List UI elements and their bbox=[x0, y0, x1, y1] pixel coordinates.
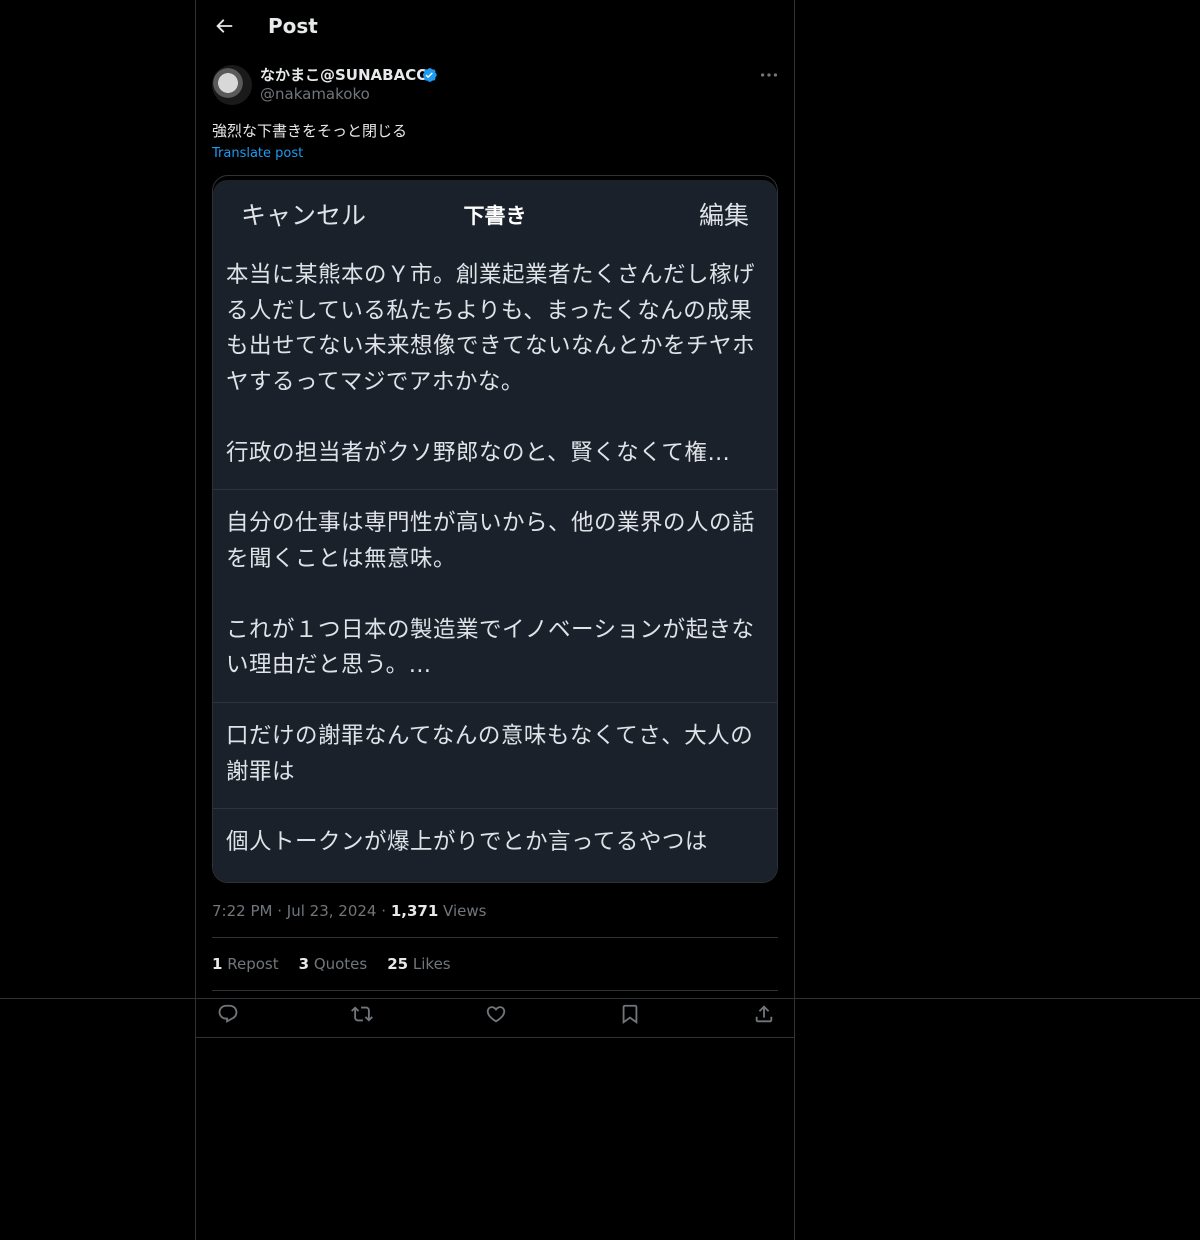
meta-separator: · bbox=[277, 902, 283, 920]
draft-item-text: 本当に某熊本のＹ市。創業起業者たくさんだし稼げる人だしている私たちよりも、まった… bbox=[226, 262, 756, 466]
post-text: 強烈な下書きをそっと閉じる bbox=[212, 122, 408, 140]
more-horizontal-icon[interactable] bbox=[758, 66, 780, 84]
author-display-name[interactable]: なかまこ@SUNABACO bbox=[260, 64, 429, 85]
verified-badge-icon[interactable] bbox=[420, 66, 438, 84]
quotes-stat[interactable]: 3 Quotes bbox=[299, 955, 368, 973]
top-bar: Post bbox=[196, 0, 794, 54]
divider bbox=[0, 998, 1200, 999]
main-column: Post なかまこ@SUNABACO @nakamakoko 強烈な下書きをそっ… bbox=[195, 0, 795, 1240]
arrow-left-icon[interactable] bbox=[213, 15, 235, 37]
drafts-screenshot: キャンセル 下書き 編集 本当に某熊本のＹ市。創業起業者たくさんだし稼げる人だし… bbox=[213, 180, 777, 882]
post-image[interactable]: キャンセル 下書き 編集 本当に某熊本のＹ市。創業起業者たくさんだし稼げる人だし… bbox=[212, 175, 778, 883]
post-date[interactable]: Jul 23, 2024 bbox=[287, 902, 377, 920]
likes-count: 25 bbox=[387, 955, 409, 973]
quotes-label: Quotes bbox=[313, 955, 368, 973]
author-handle[interactable]: @nakamakoko bbox=[260, 85, 370, 103]
draft-item: 口だけの謝罪なんてなんの意味もなくてさ、大人の謝罪は bbox=[213, 719, 777, 790]
reply-icon[interactable] bbox=[217, 1003, 239, 1025]
repost-icon[interactable] bbox=[351, 1003, 373, 1025]
avatar[interactable] bbox=[212, 65, 252, 105]
draft-divider bbox=[213, 808, 777, 809]
divider bbox=[212, 937, 778, 938]
post-time[interactable]: 7:22 PM bbox=[212, 902, 272, 920]
draft-item-text: 個人トークンが爆上がりでとか言ってるやつは bbox=[226, 829, 708, 855]
divider bbox=[196, 1037, 794, 1038]
meta-separator: · bbox=[381, 902, 387, 920]
divider bbox=[212, 990, 778, 991]
draft-item: 本当に某熊本のＹ市。創業起業者たくさんだし稼げる人だしている私たちよりも、まった… bbox=[213, 258, 777, 471]
views-label: Views bbox=[443, 902, 487, 920]
draft-item: 個人トークンが爆上がりでとか言ってるやつは bbox=[213, 825, 777, 861]
draft-title: 下書き bbox=[463, 204, 527, 228]
views-count: 1,371 bbox=[390, 902, 439, 920]
engagement-stats: 1 Repost 3 Quotes 25 Likes bbox=[212, 955, 451, 973]
likes-stat[interactable]: 25 Likes bbox=[387, 955, 450, 973]
share-icon[interactable] bbox=[753, 1003, 775, 1025]
post-meta: 7:22 PM · Jul 23, 2024 · 1,371 Views bbox=[212, 902, 486, 920]
likes-label: Likes bbox=[412, 955, 451, 973]
reposts-label: Repost bbox=[227, 955, 279, 973]
page-title: Post bbox=[268, 14, 318, 38]
draft-item: 自分の仕事は専門性が高いから、他の業界の人の話を聞くことは無意味。 これが１つ日… bbox=[213, 506, 777, 684]
translate-post-link[interactable]: Translate post bbox=[212, 146, 303, 161]
draft-item-text: 自分の仕事は専門性が高いから、他の業界の人の話を聞くことは無意味。 これが１つ日… bbox=[226, 510, 756, 678]
bookmark-icon[interactable] bbox=[619, 1003, 641, 1025]
draft-item-text: 口だけの謝罪なんてなんの意味もなくてさ、大人の謝罪は bbox=[226, 723, 754, 785]
draft-divider bbox=[213, 702, 777, 703]
reposts-count: 1 bbox=[212, 955, 223, 973]
draft-edit-label: 編集 bbox=[698, 201, 749, 230]
draft-divider bbox=[213, 489, 777, 490]
heart-icon[interactable] bbox=[485, 1003, 507, 1025]
reposts-stat[interactable]: 1 Repost bbox=[212, 955, 279, 973]
quotes-count: 3 bbox=[298, 955, 310, 973]
